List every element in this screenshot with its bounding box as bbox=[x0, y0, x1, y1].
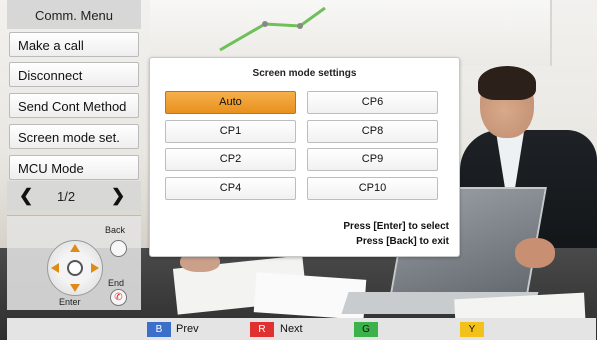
screen-mode-set-button[interactable]: Screen mode set. bbox=[9, 124, 139, 149]
chevron-right-icon[interactable]: ❯ bbox=[111, 186, 125, 206]
option-cp1[interactable]: CP1 bbox=[165, 120, 296, 143]
arrow-down-icon bbox=[70, 284, 80, 292]
option-cp4[interactable]: CP4 bbox=[165, 177, 296, 200]
green-key-icon[interactable]: G bbox=[354, 322, 378, 337]
hand bbox=[515, 238, 555, 268]
menu-title: Comm. Menu bbox=[7, 0, 141, 29]
option-cp9[interactable]: CP9 bbox=[307, 148, 438, 171]
red-key-icon[interactable]: R bbox=[250, 322, 274, 337]
enter-button-icon bbox=[67, 260, 83, 276]
option-cp2[interactable]: CP2 bbox=[165, 148, 296, 171]
dialog-title: Screen mode settings bbox=[252, 68, 357, 79]
arrow-right-icon bbox=[91, 263, 99, 273]
chevron-left-icon[interactable]: ❮ bbox=[19, 186, 33, 206]
mcu-mode-button[interactable]: MCU Mode bbox=[9, 155, 139, 180]
arrow-up-icon bbox=[70, 244, 80, 252]
hint-select: Press [Enter] to select bbox=[343, 221, 449, 232]
remote-guide: Back End ✆ Enter bbox=[7, 215, 141, 310]
red-key-label: Next bbox=[280, 323, 303, 335]
color-key-bar: B Prev R Next G Y bbox=[7, 318, 596, 340]
blue-key-label: Prev bbox=[176, 323, 199, 335]
page-indicator: 1/2 bbox=[57, 189, 76, 204]
option-cp6[interactable]: CP6 bbox=[307, 91, 438, 114]
enter-label: Enter bbox=[59, 297, 81, 307]
back-label: Back bbox=[105, 225, 126, 235]
make-call-button[interactable]: Make a call bbox=[9, 32, 139, 57]
end-label: End bbox=[108, 278, 125, 288]
menu-pager: ❮ 1/2 ❯ bbox=[7, 181, 141, 211]
end-call-icon: ✆ bbox=[110, 289, 127, 306]
back-button-icon bbox=[110, 240, 127, 257]
dpad-icon bbox=[47, 240, 103, 296]
yellow-key-icon[interactable]: Y bbox=[460, 322, 484, 337]
comm-menu: Comm. Menu Make a call Disconnect Send C… bbox=[7, 0, 141, 310]
send-cont-method-button[interactable]: Send Cont Method bbox=[9, 93, 139, 118]
option-cp8[interactable]: CP8 bbox=[307, 120, 438, 143]
arrow-left-icon bbox=[51, 263, 59, 273]
screen-mode-dialog: Screen mode settings Auto CP6 CP1 CP8 CP… bbox=[149, 57, 460, 257]
hint-exit: Press [Back] to exit bbox=[356, 236, 449, 247]
disconnect-button[interactable]: Disconnect bbox=[9, 62, 139, 87]
blue-key-icon[interactable]: B bbox=[147, 322, 171, 337]
option-cp10[interactable]: CP10 bbox=[307, 177, 438, 200]
option-auto[interactable]: Auto bbox=[165, 91, 296, 114]
